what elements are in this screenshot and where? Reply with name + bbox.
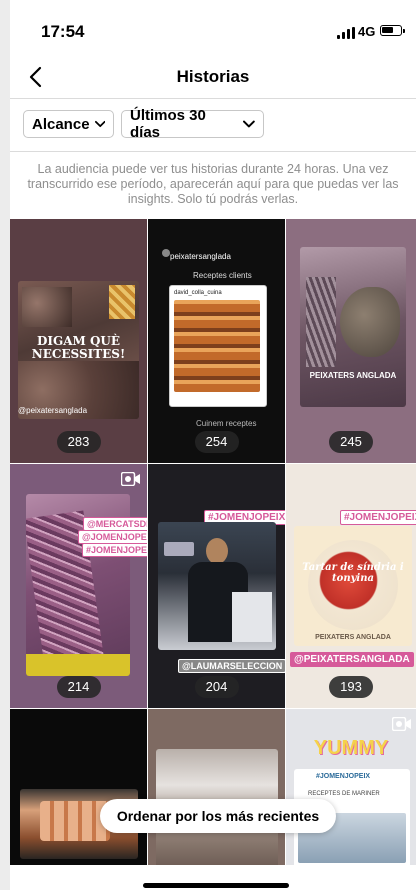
story-tile[interactable]: peixatersanglada PEIXATERS ANGLADA 245 xyxy=(286,219,416,463)
story-tag: @LAUMARSELECCION xyxy=(178,659,285,673)
story-thumbnail: PEIXATERS ANGLADA xyxy=(300,247,406,407)
story-tile[interactable]: #JOMENJOPEIX Tartar de síndria i tonyina… xyxy=(286,464,416,708)
chevron-down-icon xyxy=(94,120,105,128)
stories-grid: DIGAM QUÈ NECESSITES! @peixatersanglada … xyxy=(10,219,416,871)
status-time: 17:54 xyxy=(41,22,85,41)
story-tile[interactable]: #JOMENJOPEIX @LAUMARSELECCION 204 xyxy=(148,464,285,708)
video-camera-icon xyxy=(121,472,140,486)
story-tile[interactable]: DIGAM QUÈ NECESSITES! @peixatersanglada … xyxy=(10,219,147,463)
reach-filter-label: Alcance xyxy=(32,115,90,133)
story-tile[interactable] xyxy=(148,709,285,871)
filter-bar: Alcance Últimos 30 días xyxy=(10,99,416,152)
home-indicator-bar xyxy=(10,865,416,890)
story-tag: #JOMENJOPEIX xyxy=(82,543,147,557)
story-overlay-text: DIGAM QUÈ NECESSITES! xyxy=(31,334,126,361)
chevron-down-icon xyxy=(243,120,255,128)
network-label: 4G xyxy=(358,24,376,39)
story-reach-badge: 193 xyxy=(329,676,373,698)
story-overlay-text: Receptes clients xyxy=(193,271,252,280)
story-tile[interactable]: peixatersanglada Receptes clients david_… xyxy=(148,219,285,463)
home-indicator xyxy=(143,883,289,888)
story-reach-badge: 254 xyxy=(194,431,239,453)
story-tag: #JOMENJOPEIX xyxy=(340,510,416,525)
reach-filter-button[interactable]: Alcance xyxy=(23,110,114,138)
story-handle: @peixatersanglada xyxy=(18,406,88,415)
story-brand: PEIXATERS ANGLADA xyxy=(315,634,391,641)
story-thumbnail: david_colla_cuina xyxy=(169,285,267,407)
page-title: Historias xyxy=(176,67,250,86)
status-bar: 17:54 4G xyxy=(10,0,416,60)
story-caption: Cuinem receptes xyxy=(196,419,257,428)
story-overlay-text: PEIXATERS ANGLADA xyxy=(309,371,397,380)
story-mention: david_colla_cuina xyxy=(174,290,222,296)
story-tag: @PEIXATERSANGLADA xyxy=(290,652,414,667)
insights-screen: 17:54 4G Historias Alcance Últimos 30 dí… xyxy=(10,0,416,890)
nav-header: Historias xyxy=(10,60,416,99)
story-overlay-text: Tartar de síndria i tonyina xyxy=(302,562,404,584)
story-thumbnail: Tartar de síndria i tonyina PEIXATERS AN… xyxy=(294,526,412,646)
story-tag: #JOMENJOPEIX xyxy=(316,773,371,780)
story-reach-badge: 283 xyxy=(56,431,101,453)
story-caption: RECEPTES DE MARINER xyxy=(308,791,380,797)
story-overlay-text: YUMMY xyxy=(313,737,389,759)
story-thumbnail: DIGAM QUÈ NECESSITES! xyxy=(18,281,139,419)
story-reach-badge: 214 xyxy=(56,676,101,698)
period-filter-label: Últimos 30 días xyxy=(130,107,206,141)
story-account: peixatersanglada xyxy=(170,252,231,261)
story-reach-badge: 204 xyxy=(194,676,239,698)
info-text: La audiencia puede ver tus historias dur… xyxy=(27,162,399,206)
story-thumbnail xyxy=(158,522,276,650)
battery-icon xyxy=(380,25,402,36)
story-tag: @JOMENJOPEIX xyxy=(78,530,147,544)
story-tag: @MERCATSDB xyxy=(83,517,147,531)
sort-recent-button[interactable]: Ordenar por los más recientes xyxy=(100,799,336,833)
video-camera-icon xyxy=(392,717,411,731)
signal-icon xyxy=(337,27,355,39)
story-tile[interactable]: @MERCATSDB @JOMENJOPEIX #JOMENJOPEIX 214 xyxy=(10,464,147,708)
story-tile[interactable]: YUMMY #JOMENJOPEIX RECEPTES DE MARINER xyxy=(286,709,416,871)
period-filter-button[interactable]: Últimos 30 días xyxy=(121,107,264,141)
story-reach-badge: 245 xyxy=(329,431,373,453)
battery-tip xyxy=(403,29,405,33)
story-tile[interactable] xyxy=(10,709,147,871)
